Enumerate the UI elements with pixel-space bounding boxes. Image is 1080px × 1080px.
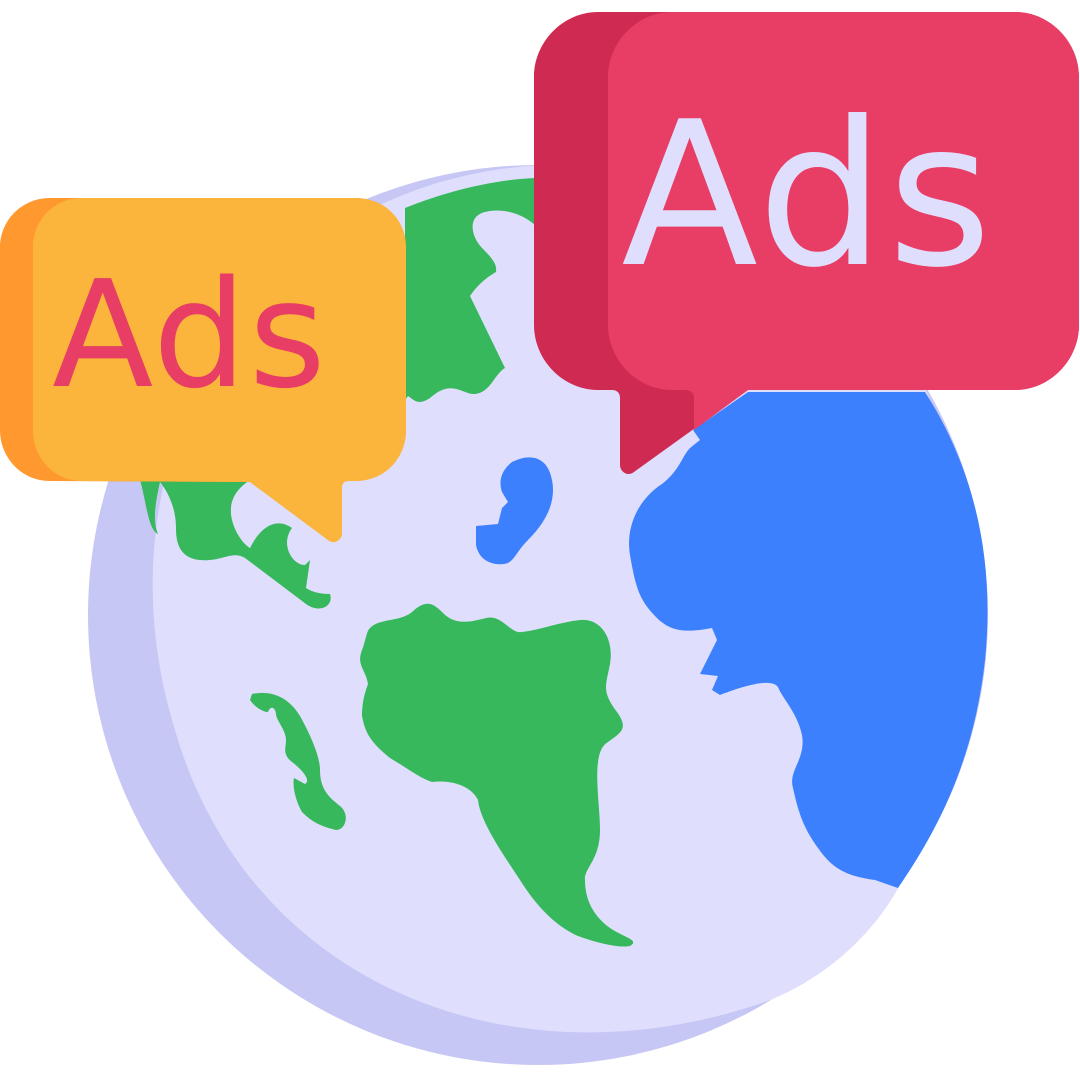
right-bubble-ads-label: Ads [621, 79, 994, 312]
global-advertising-illustration: Ads Ads [0, 0, 1080, 1080]
illustration-canvas: Ads Ads [0, 12, 1079, 1065]
left-bubble-ads-label: Ads [52, 249, 328, 421]
